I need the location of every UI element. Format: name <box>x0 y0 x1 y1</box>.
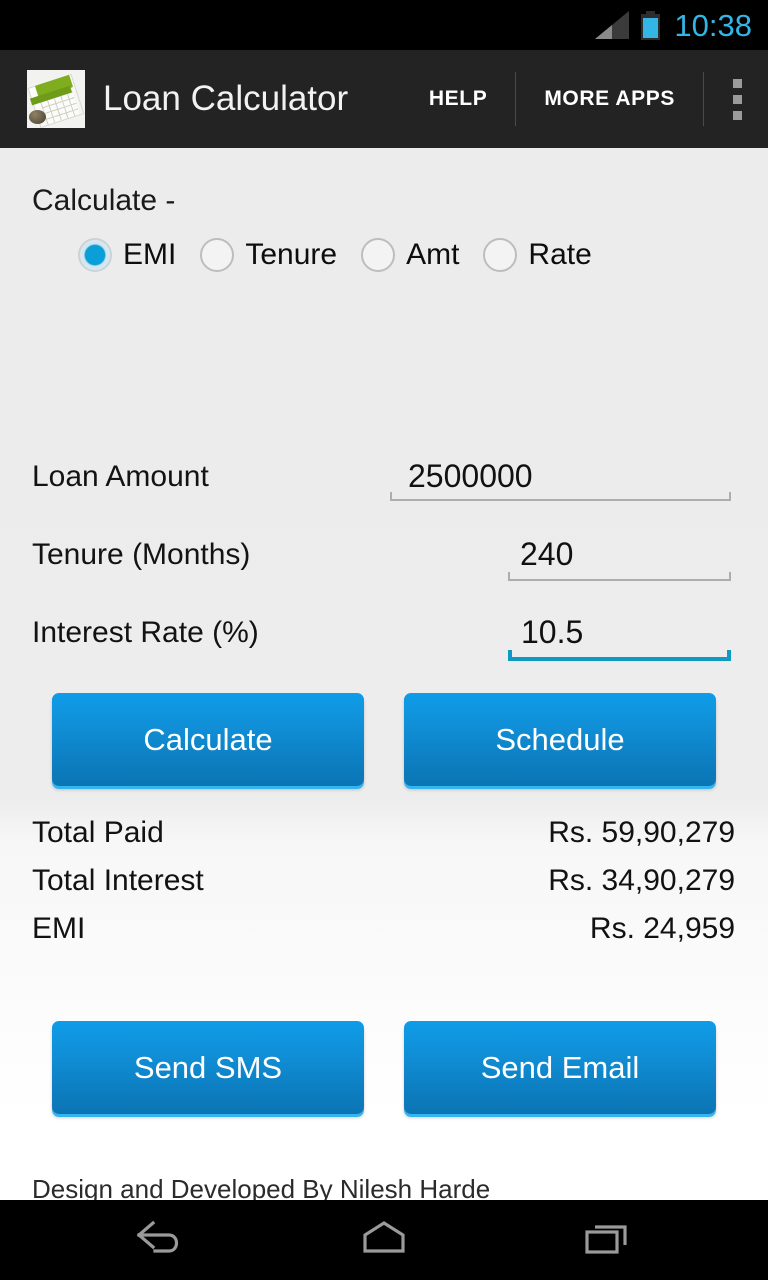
calculate-mode-radio-group[interactable]: EMI Tenure Amt Rate <box>78 238 592 272</box>
total-paid-value: Rs. 59,90,279 <box>548 816 735 849</box>
radio-dot-icon[interactable] <box>483 238 518 272</box>
emi-label: EMI <box>32 912 86 945</box>
status-bar: 10:38 <box>0 0 768 50</box>
radio-option-rate[interactable]: Rate <box>483 238 592 272</box>
recent-apps-icon[interactable] <box>523 1200 693 1280</box>
page-title: Loan Calculator <box>103 79 349 118</box>
radio-dot-icon[interactable] <box>200 238 235 272</box>
calculate-mode-label: Calculate - <box>32 184 176 217</box>
radio-option-tenure[interactable]: Tenure <box>200 238 337 272</box>
more-apps-button[interactable]: MORE APPS <box>516 50 703 148</box>
calculator-photo-icon <box>27 70 85 128</box>
back-arrow-icon[interactable] <box>75 1200 245 1280</box>
tenure-label: Tenure (Months) <box>32 538 251 571</box>
radio-dot-icon[interactable] <box>361 238 396 272</box>
radio-dot-selected-icon[interactable] <box>78 238 112 272</box>
signal-bars-icon <box>595 11 630 39</box>
tenure-underline <box>508 572 731 581</box>
status-bar-clock: 10:38 <box>674 7 752 43</box>
interest-rate-underline-focused <box>508 650 731 661</box>
interest-rate-label: Interest Rate (%) <box>32 616 259 649</box>
radio-option-amt[interactable]: Amt <box>361 238 459 272</box>
main-content: Calculate - EMI Tenure Amt Rate Loan Amo… <box>0 148 768 1200</box>
calculate-button[interactable]: Calculate <box>52 693 364 786</box>
action-bar: Loan Calculator HELP MORE APPS <box>0 50 768 148</box>
total-interest-value: Rs. 34,90,279 <box>548 864 735 897</box>
battery-icon <box>641 10 661 40</box>
send-email-button[interactable]: Send Email <box>404 1021 716 1114</box>
emi-value: Rs. 24,959 <box>589 912 735 945</box>
total-paid-label: Total Paid <box>32 816 164 849</box>
radio-label-emi: EMI <box>123 238 177 271</box>
overflow-menu-icon[interactable] <box>706 50 768 148</box>
total-interest-label: Total Interest <box>32 864 204 897</box>
loan-amount-label: Loan Amount <box>32 460 209 493</box>
schedule-button[interactable]: Schedule <box>404 693 716 786</box>
android-navigation-bar <box>0 1200 768 1280</box>
phone-screen: 10:38 Loan Calculator HELP MORE APPS Cal… <box>0 0 768 1280</box>
radio-label-amt: Amt <box>406 238 460 271</box>
footer-credits: Design and Developed By Nilesh Harde Ema… <box>32 1170 490 1200</box>
action-divider-2 <box>703 72 704 126</box>
home-icon[interactable] <box>299 1200 469 1280</box>
radio-label-rate: Rate <box>528 238 592 271</box>
radio-label-tenure: Tenure <box>245 238 338 271</box>
send-sms-button[interactable]: Send SMS <box>52 1021 364 1114</box>
radio-option-emi[interactable]: EMI <box>78 238 176 272</box>
footer-credit-line: Design and Developed By Nilesh Harde <box>32 1174 491 1200</box>
loan-amount-underline <box>390 492 731 501</box>
loan-amount-input[interactable]: 2500000 <box>408 458 533 495</box>
tenure-input[interactable]: 240 <box>520 536 573 573</box>
interest-rate-input[interactable]: 10.5 <box>521 614 583 651</box>
help-button[interactable]: HELP <box>401 50 515 148</box>
